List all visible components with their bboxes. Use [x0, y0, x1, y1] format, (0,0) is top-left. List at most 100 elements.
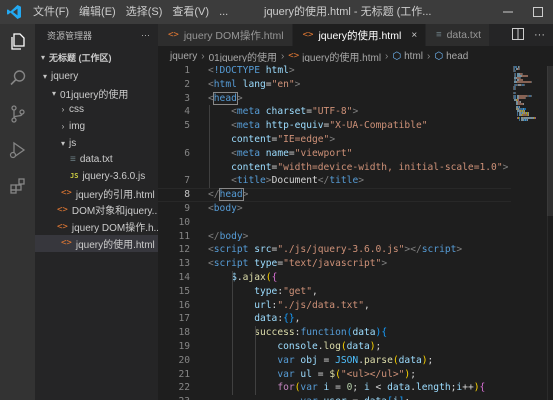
more-actions-icon[interactable]: ··· — [534, 29, 545, 41]
extensions-button[interactable] — [0, 168, 35, 204]
chevron-right-icon: › — [61, 121, 65, 131]
search-button[interactable] — [0, 60, 35, 96]
line-number: 1 — [184, 65, 190, 76]
html-file-icon: <> — [168, 30, 179, 40]
breadcrumb-separator: › — [385, 50, 389, 62]
code-text: <body> — [208, 202, 243, 216]
tree-item[interactable]: ▾ js — [35, 135, 158, 152]
source-control-button[interactable] — [0, 96, 35, 132]
breadcrumb-item[interactable]: jquery — [170, 51, 197, 62]
code-token: log — [323, 341, 341, 352]
chevron-down-icon: ▾ — [51, 88, 56, 98]
explorer-button[interactable] — [0, 24, 35, 60]
window-title: jquery的使用.html - 无标题 (工作... — [264, 6, 432, 18]
code-token: > — [236, 92, 243, 104]
code-token: > — [456, 244, 463, 256]
tree-item[interactable]: › css — [35, 101, 158, 118]
code-token: var — [300, 396, 317, 400]
menu-view[interactable]: 查看(V) — [167, 0, 214, 24]
code-token: = — [317, 354, 336, 366]
code-line: content="IE=edge"> — [158, 133, 553, 147]
minimap-stroke — [527, 118, 528, 121]
split-editor-icon[interactable] — [512, 27, 524, 43]
tree-item[interactable]: <> jquery的引用.html — [35, 185, 158, 202]
code-line: 7 <title>Document</title> — [158, 174, 553, 188]
line-number: 3 — [184, 92, 190, 104]
minimap-stroke — [522, 74, 528, 77]
scrollbar-thumb[interactable] — [547, 66, 553, 216]
menu-file[interactable]: 文件(F) — [28, 0, 74, 24]
chevron-down-icon: ▾ — [60, 138, 65, 148]
tree-item[interactable]: <> jquery的使用.html — [35, 234, 158, 252]
code-token: obj — [300, 354, 318, 366]
code-line: 2 <html lang="en"> — [158, 78, 553, 92]
code-token: var — [277, 368, 295, 380]
breadcrumb-separator: › — [427, 50, 431, 62]
workspace-title: 无标题 (工作区) — [49, 52, 112, 63]
code-token: title — [236, 175, 266, 187]
menu-selection[interactable]: 选择(S) — [121, 0, 168, 24]
code-token: body — [213, 203, 237, 214]
tree-item[interactable]: <> jquery DOM操作.h... — [35, 218, 158, 235]
tree-item[interactable]: JS jquery-3.6.0.js — [35, 168, 158, 185]
code-token: = — [347, 396, 364, 400]
code-token: "viewport" — [294, 147, 353, 159]
run-debug-button[interactable] — [0, 132, 35, 168]
breadcrumb-item[interactable]: html — [404, 51, 423, 62]
tree-item-label: 01jquery的使用 — [60, 89, 129, 101]
code-token: { — [271, 272, 278, 283]
js-file-icon: JS — [70, 172, 79, 181]
workspace-section[interactable]: ▾ 无标题 (工作区) — [35, 46, 158, 68]
tree-item[interactable]: <> DOM对象和jquery... — [35, 202, 158, 219]
minimap[interactable] — [513, 66, 547, 166]
search-icon — [9, 70, 25, 86]
tree-item[interactable]: ≡ data.txt — [35, 151, 158, 168]
code-text: <head> — [208, 91, 243, 106]
code-token: > — [329, 134, 336, 145]
more-actions-icon[interactable]: ··· — [141, 30, 150, 40]
code-token: !DOCTYPE — [213, 65, 260, 76]
code-token: ; — [410, 368, 416, 380]
code-text: for(var i = 0; i < data.length;i++){ — [208, 381, 485, 395]
menu-edit[interactable]: 编辑(E) — [74, 0, 121, 24]
code-text: </head> — [208, 188, 248, 202]
close-icon[interactable]: × — [411, 30, 417, 41]
editor-tab[interactable]: <> jquery DOM操作.html — [158, 24, 293, 46]
code-token: , — [294, 313, 301, 325]
code-line: 19 console.log(data); — [158, 340, 553, 354]
code-token: head — [212, 91, 238, 105]
tree-item[interactable]: ▾ jquery — [35, 68, 158, 85]
code-token: > — [358, 175, 365, 187]
breadcrumb-item[interactable]: head — [446, 51, 468, 62]
code-line: 20 var obj = JSON.parse(data); — [158, 354, 553, 368]
maximize-icon[interactable] — [523, 0, 553, 24]
line-number: 7 — [184, 175, 190, 187]
code-line: 3 <head> — [158, 91, 553, 106]
code-token: ; — [427, 354, 434, 366]
tree-item-label: jquery-3.6.0.js — [82, 170, 146, 182]
line-number: 10 — [178, 216, 190, 228]
tree-item[interactable]: ▾ 01jquery的使用 — [35, 85, 158, 102]
code-text: <meta http-equiv="X-UA-Compatible" — [208, 119, 427, 133]
code-line: 22 for(var i = 0; i < data.length;i++){ — [158, 381, 553, 395]
code-token: "width=device-width, initial-scale=1.0" — [277, 161, 503, 173]
tree-item[interactable]: › img — [35, 118, 158, 135]
menu-more[interactable]: ... — [214, 0, 233, 24]
editor-tab[interactable]: ≡ data.txt — [426, 24, 491, 46]
editor-tab[interactable]: <> jquery的使用.html × — [292, 24, 427, 46]
line-number: 9 — [184, 203, 190, 214]
code-text: </body> — [208, 230, 248, 244]
code-token: "<ul></ul>" — [340, 368, 405, 380]
html-file-icon: <> — [57, 204, 68, 215]
code-editor[interactable]: 1 <!DOCTYPE html> 2 <html lang="en"> 3 <head>… — [158, 62, 553, 400]
code-token: < — [369, 382, 388, 394]
code-line: 11 </body> — [158, 230, 553, 244]
code-token: > — [242, 189, 249, 201]
code-token: > — [381, 258, 388, 270]
line-number: 4 — [184, 106, 190, 118]
code-text: var ul = $("<ul></ul>"); — [208, 368, 416, 382]
code-token: JSON — [335, 354, 359, 366]
minimize-icon[interactable] — [493, 0, 523, 24]
